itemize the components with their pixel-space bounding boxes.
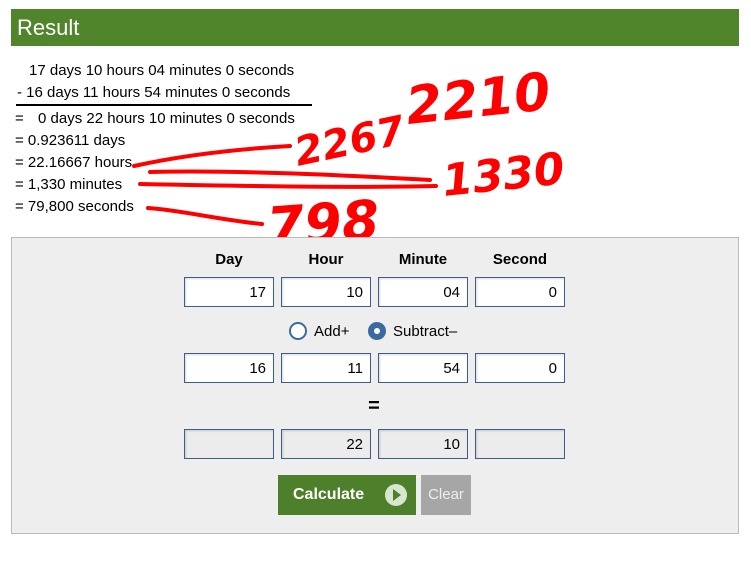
annot-number-2267: 2267 xyxy=(291,108,410,176)
result-header: Result xyxy=(11,9,739,46)
result-day-output xyxy=(184,429,274,459)
calculate-label: Calculate xyxy=(293,486,365,503)
result-second-output xyxy=(475,429,565,459)
second-hour-input[interactable] xyxy=(281,353,371,383)
clear-button[interactable]: Clear xyxy=(421,475,471,515)
result-line-minuend: 17 days 10 hours 04 minutes 0 seconds xyxy=(29,62,295,79)
result-divider xyxy=(16,104,312,106)
subtract-option[interactable]: Subtract– xyxy=(368,320,457,342)
column-header-day: Day xyxy=(215,251,243,268)
first-minute-input[interactable] xyxy=(378,277,468,307)
annot-stroke-minutes-bottom xyxy=(138,182,438,189)
play-arrow-icon xyxy=(385,484,407,506)
annot-stroke-minutes-top xyxy=(148,169,432,182)
add-option[interactable]: Add+ xyxy=(289,320,349,342)
result-hour-output xyxy=(281,429,371,459)
first-second-input[interactable] xyxy=(475,277,565,307)
column-header-second: Second xyxy=(492,251,548,268)
result-minutes: = 1,330 minutes xyxy=(15,176,123,193)
result-minute-output xyxy=(378,429,468,459)
result-days: = 0.923611 days xyxy=(15,132,126,149)
add-label: Add+ xyxy=(314,322,350,340)
annot-number-2210: 2210 xyxy=(403,62,553,137)
second-minute-input[interactable] xyxy=(378,353,468,383)
second-day-input[interactable] xyxy=(184,353,274,383)
equals-sign: = xyxy=(368,395,380,417)
result-equals-sign: = xyxy=(15,110,24,127)
column-header-minute: Minute xyxy=(398,251,448,268)
result-line-difference: 0 days 22 hours 10 minutes 0 seconds xyxy=(38,110,295,127)
annot-number-1330: 1330 xyxy=(440,143,567,207)
second-second-input[interactable] xyxy=(475,353,565,383)
result-hours: = 22.16667 hours xyxy=(15,154,133,171)
add-radio[interactable] xyxy=(289,322,307,340)
subtract-radio[interactable] xyxy=(368,322,386,340)
subtract-label: Subtract– xyxy=(393,322,458,340)
result-seconds: = 79,800 seconds xyxy=(15,198,134,215)
result-title: Result xyxy=(17,15,80,40)
column-header-hour: Hour xyxy=(308,251,344,268)
first-day-input[interactable] xyxy=(184,277,274,307)
first-hour-input[interactable] xyxy=(281,277,371,307)
annot-stroke-seconds xyxy=(146,206,264,226)
annot-stroke-hours xyxy=(132,144,292,168)
calculate-button[interactable]: Calculate xyxy=(278,475,416,515)
result-line-subtrahend: - 16 days 11 hours 54 minutes 0 seconds xyxy=(17,84,291,101)
